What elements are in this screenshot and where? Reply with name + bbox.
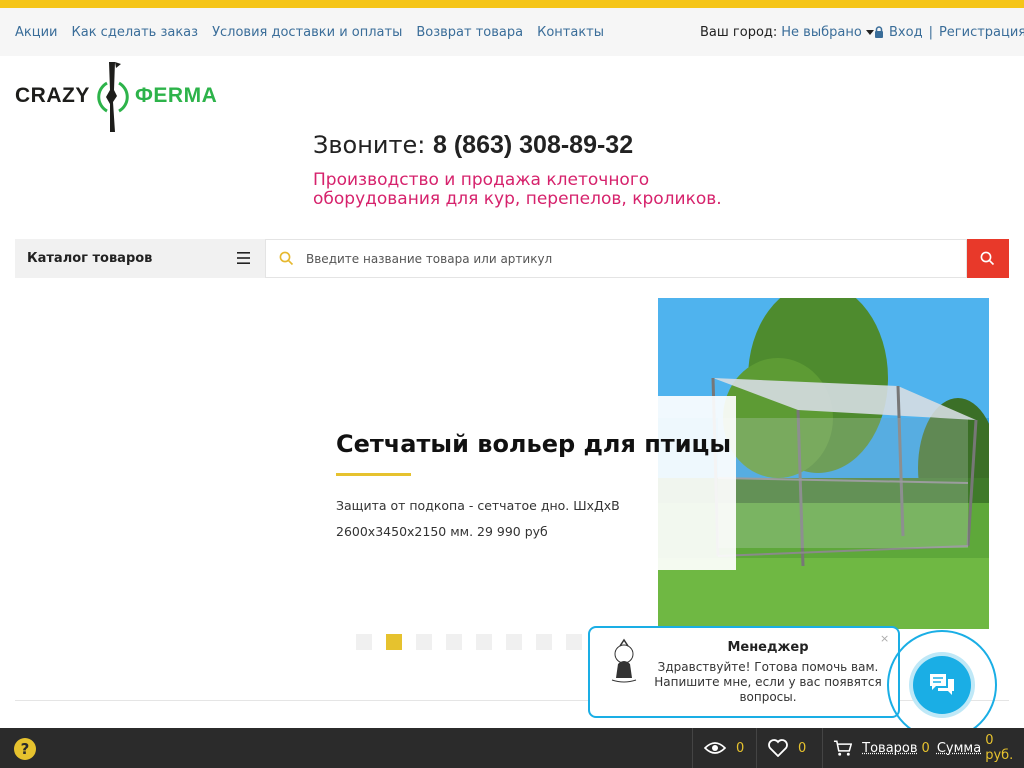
help-icon[interactable]: ?: [14, 738, 36, 760]
favorites-count: 0: [798, 740, 807, 756]
slider-pagination: [356, 634, 582, 650]
logo-text-crazy: CRAZY: [15, 84, 90, 107]
phone-label: Звоните:: [313, 131, 426, 159]
banner-description: Защита от подкопа - сетчатое дно. ШхДхВ …: [336, 498, 620, 539]
slider-dot-active[interactable]: [386, 634, 402, 650]
lock-icon: [875, 26, 883, 38]
nav-link-returns[interactable]: Возврат товара: [416, 25, 523, 40]
cart-icon: [833, 740, 853, 756]
chat-button[interactable]: [913, 656, 971, 714]
viewed-items[interactable]: 0: [704, 728, 744, 768]
chevron-down-icon[interactable]: [865, 29, 874, 35]
site-logo[interactable]: CRAZY ФERMA: [15, 60, 225, 136]
close-icon[interactable]: ×: [880, 632, 889, 645]
city-label: Ваш город:: [700, 24, 778, 40]
nav-link-promotions[interactable]: Акции: [15, 25, 58, 40]
phone-number[interactable]: 8 (863) 308-89-32: [433, 131, 633, 159]
city-value[interactable]: Не выбрано: [781, 25, 862, 40]
phone-block: Звоните: 8 (863) 308-89-32: [313, 131, 633, 160]
auth-links: Вход | Регистрация: [874, 8, 1024, 56]
logo-emblem-icon: [97, 62, 129, 132]
slider-dot[interactable]: [536, 634, 552, 650]
chat-manager-name: Менеджер: [727, 640, 809, 655]
chat-message: Здравствуйте! Готова помочь вам. Напишит…: [654, 660, 882, 704]
cart-count: 0: [921, 740, 930, 756]
slider-dot[interactable]: [476, 634, 492, 650]
register-link[interactable]: Регистрация: [939, 25, 1024, 40]
chat-popup[interactable]: Менеджер Здравствуйте! Готова помочь вам…: [588, 626, 900, 718]
cart-label[interactable]: Товаров: [862, 741, 917, 756]
toolbar-divider: [756, 728, 757, 768]
menu-icon: [237, 252, 250, 264]
catalog-label: Каталог товаров: [27, 251, 153, 266]
search-button[interactable]: [967, 239, 1009, 278]
slider-dot[interactable]: [566, 634, 582, 650]
sum-label[interactable]: Сумма: [937, 741, 981, 756]
toolbar-divider: [822, 728, 823, 768]
heart-icon: [768, 739, 788, 757]
slider-dot[interactable]: [416, 634, 432, 650]
search-bar: [265, 239, 967, 278]
slider-dot[interactable]: [506, 634, 522, 650]
catalog-button[interactable]: Каталог товаров: [15, 239, 265, 278]
bottom-toolbar: ? 0 0 Товаров 0 Сумма 0 руб.: [0, 728, 1024, 768]
search-icon: [980, 251, 995, 266]
banner-accent-bar: [336, 473, 411, 476]
top-accent-stripe: [0, 0, 1024, 8]
logo-text-ferma: ФERMA: [135, 84, 218, 107]
manager-avatar: [611, 638, 637, 683]
slider-dot[interactable]: [356, 634, 372, 650]
top-bar: Акции Как сделать заказ Условия доставки…: [0, 8, 1024, 56]
site-tagline: Производство и продажа клеточного оборуд…: [313, 170, 722, 209]
slider-dot[interactable]: [446, 634, 462, 650]
cart-summary[interactable]: Товаров 0 Сумма 0 руб.: [833, 728, 1024, 768]
toolbar-divider: [692, 728, 693, 768]
nav-link-contacts[interactable]: Контакты: [537, 25, 604, 40]
city-selector[interactable]: Ваш город: Не выбрано: [700, 8, 874, 56]
viewed-count: 0: [736, 740, 745, 756]
chat-icon: [930, 674, 954, 695]
nav-link-delivery-payment[interactable]: Условия доставки и оплаты: [212, 25, 402, 40]
login-link[interactable]: Вход: [889, 25, 923, 40]
nav-link-how-to-order[interactable]: Как сделать заказ: [72, 25, 199, 40]
top-nav: Акции Как сделать заказ Условия доставки…: [15, 8, 618, 56]
favorites[interactable]: 0: [768, 728, 806, 768]
eye-icon: [704, 742, 726, 754]
banner-title[interactable]: Сетчатый вольер для птицы: [336, 430, 731, 458]
auth-separator: |: [928, 24, 933, 40]
search-input[interactable]: [306, 248, 946, 270]
sum-value: 0 руб.: [985, 733, 1014, 763]
search-icon: [279, 251, 294, 266]
